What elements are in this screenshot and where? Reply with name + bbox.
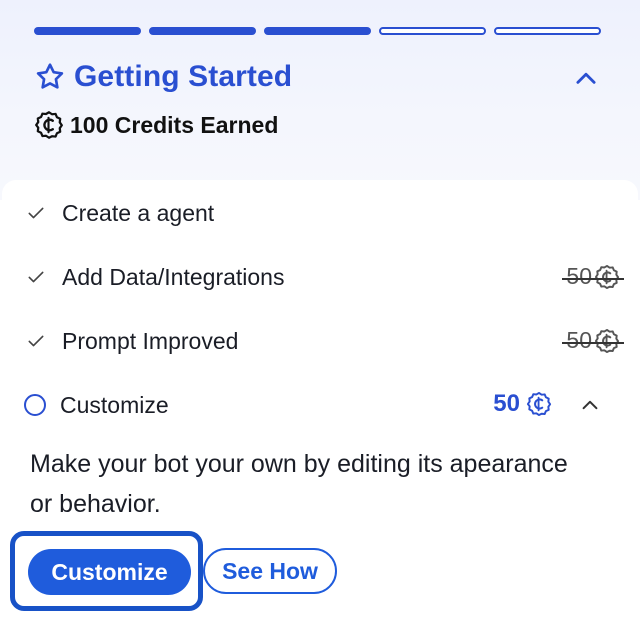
task-label: Prompt Improved [62, 327, 239, 354]
strikethrough [562, 342, 624, 344]
progress-segment-4 [379, 27, 486, 35]
progress-segment-5 [494, 27, 601, 35]
collapse-panel-button[interactable] [570, 62, 602, 94]
progress-bar [34, 27, 601, 35]
task-reward-claimed: 50 [562, 263, 624, 290]
check-icon [24, 329, 48, 353]
reward-amount: 50 [566, 263, 592, 289]
task-label: Customize [60, 391, 169, 418]
credit-coin-icon [526, 391, 552, 417]
title-row: Getting Started [34, 60, 292, 94]
star-icon [36, 63, 64, 89]
chevron-up-icon [582, 400, 598, 410]
task-label: Create a agent [62, 199, 215, 226]
task-collapse-button[interactable] [576, 391, 604, 419]
check-icon [24, 265, 48, 289]
task-reward-claimed: 50 [562, 327, 624, 354]
task-item-add-data: Add Data/Integrations 50 [24, 257, 624, 297]
credits-earned-label: 100 Credits Earned [70, 111, 279, 138]
chevron-up-icon [576, 72, 596, 84]
credit-coin-icon [35, 111, 63, 139]
reward-amount: 50 [493, 390, 520, 417]
customize-button[interactable]: Customize [28, 549, 191, 595]
progress-segment-2 [149, 27, 256, 35]
credit-coin-icon [594, 264, 620, 289]
task-item-customize[interactable]: Customize 50 [24, 385, 624, 425]
credits-earned: 100 Credits Earned [34, 110, 278, 140]
progress-segment-1 [34, 27, 141, 35]
page-title: Getting Started [74, 60, 293, 93]
task-status-radio [24, 394, 46, 416]
check-icon [24, 201, 48, 225]
getting-started-header: Getting Started 100 Credits Earned [0, 0, 640, 200]
task-description: Make your bot your own by editing its ap… [30, 450, 568, 518]
progress-segment-3 [264, 27, 371, 35]
task-item-prompt-improved: Prompt Improved 50 [24, 321, 624, 361]
see-how-button[interactable]: See How [203, 548, 337, 594]
credit-coin-icon [594, 328, 620, 353]
task-label: Add Data/Integrations [62, 263, 285, 290]
reward-amount: 50 [566, 327, 592, 353]
task-reward: 50 [493, 390, 552, 418]
strikethrough [562, 278, 624, 280]
task-item-create-agent: Create a agent [24, 193, 624, 233]
